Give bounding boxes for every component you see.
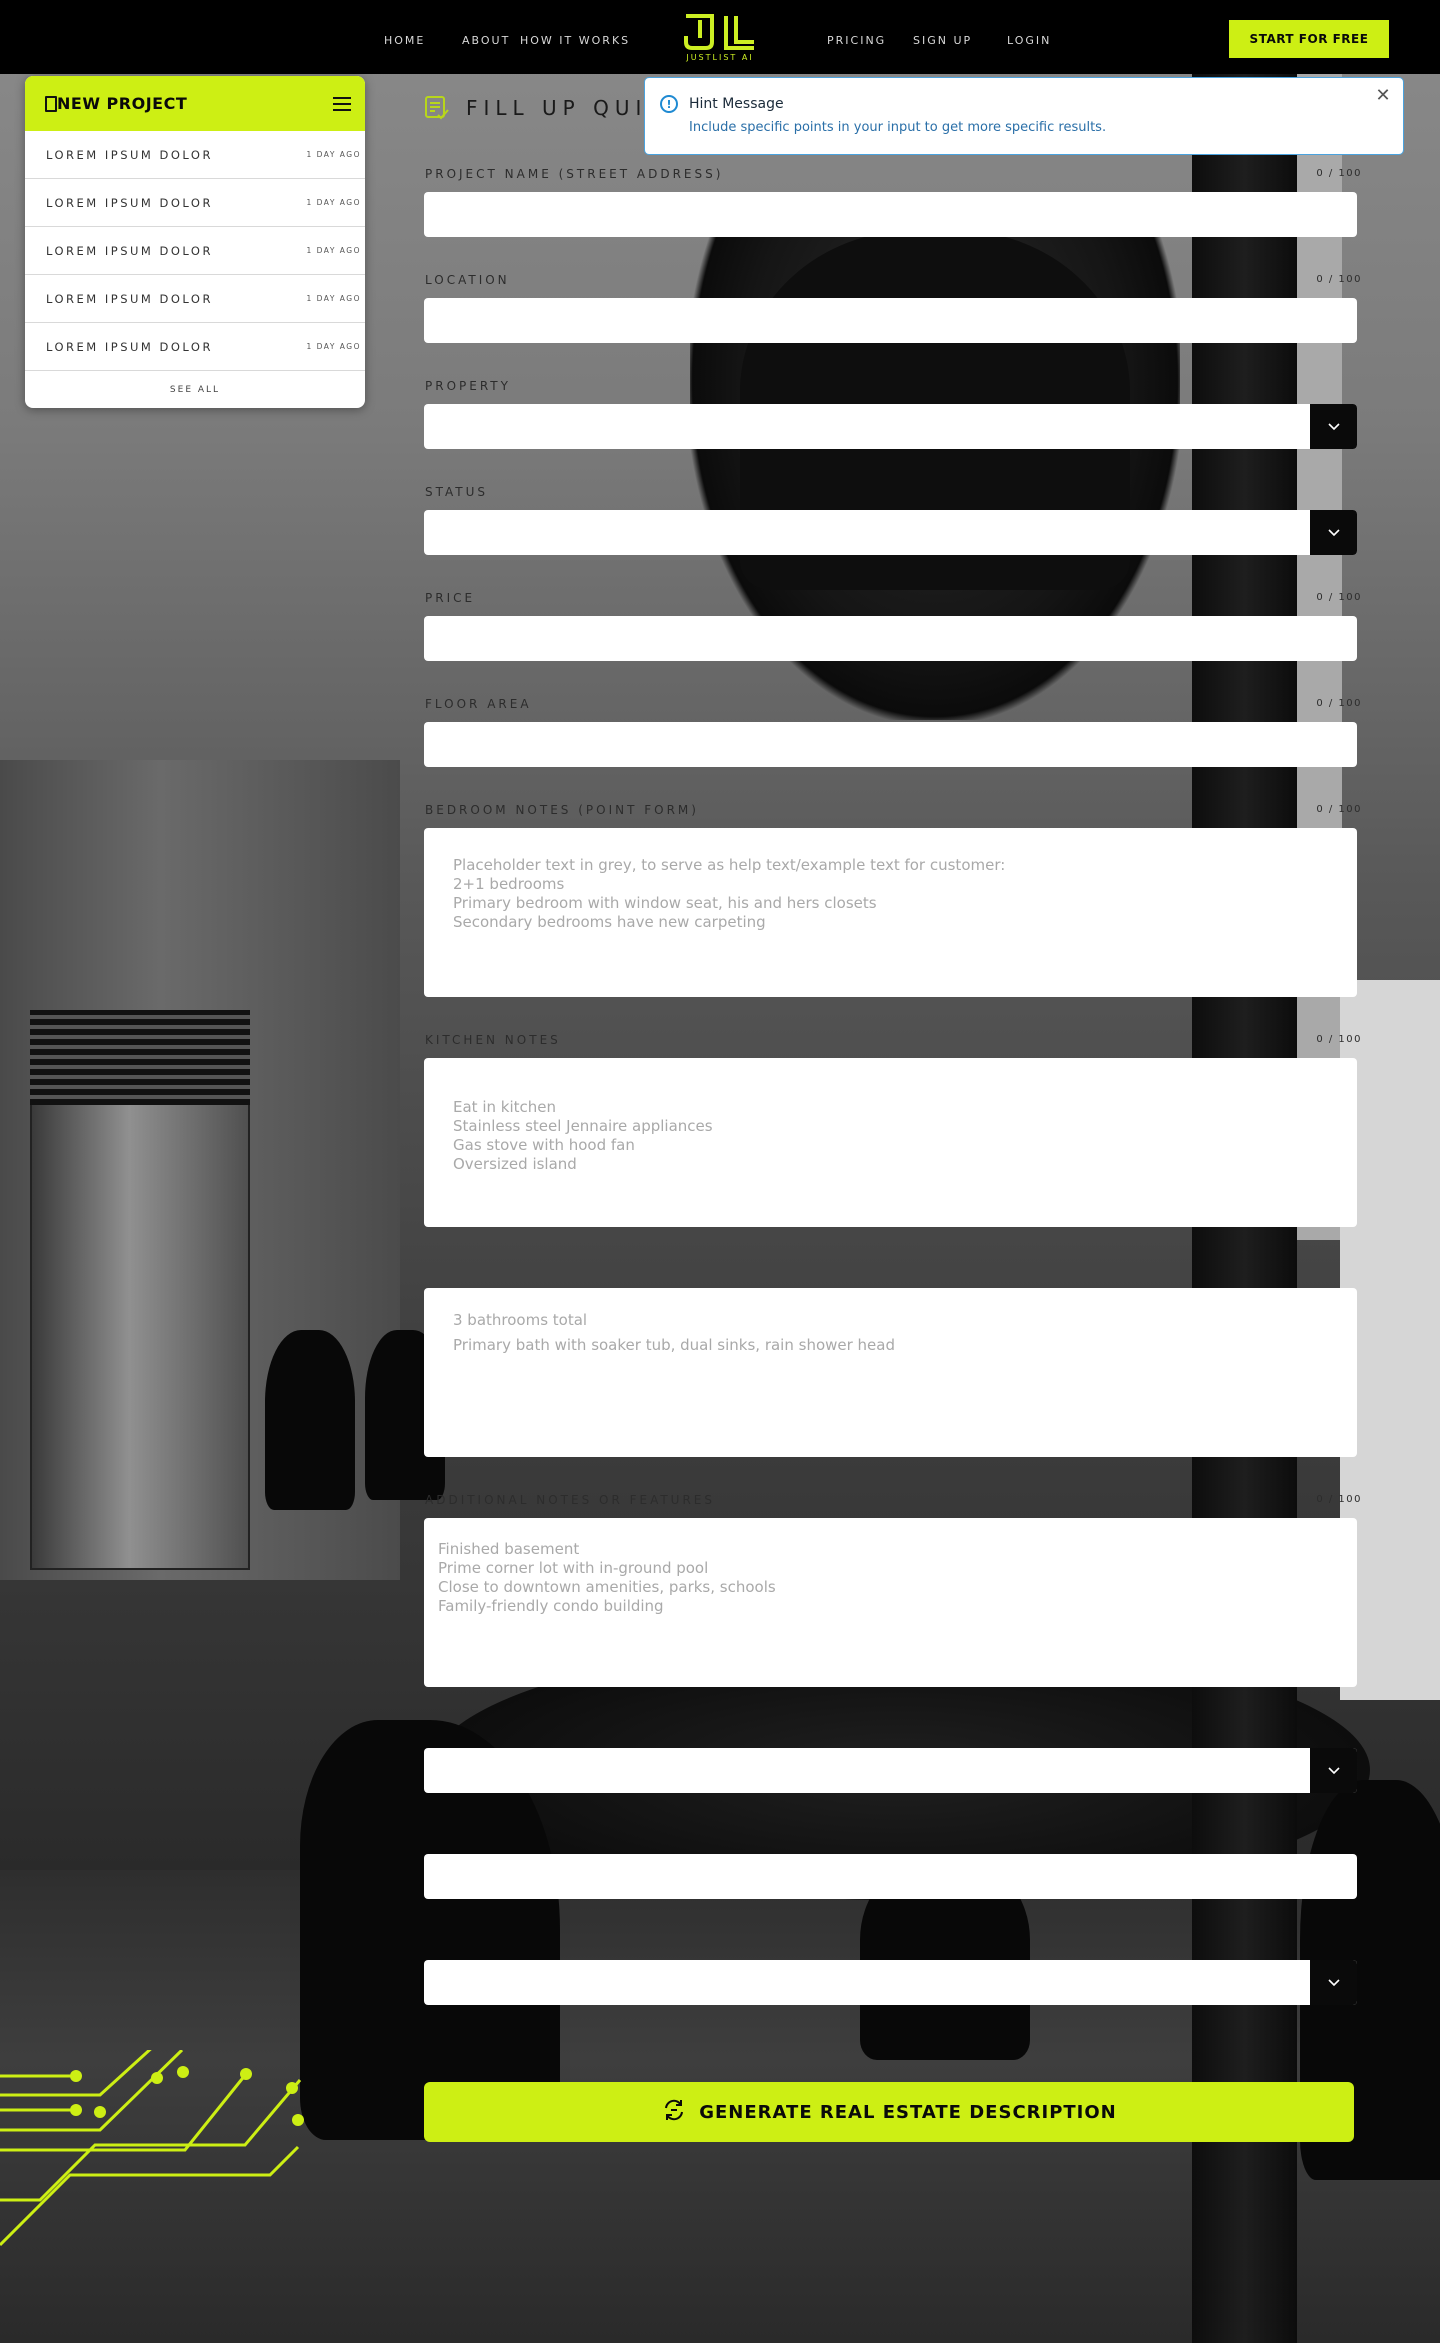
floor-area-input[interactable] <box>424 722 1357 767</box>
placeholder-line: Finished basement <box>438 1540 580 1558</box>
project-name-count: 0 / 100 <box>1316 168 1362 179</box>
hamburger-menu-icon[interactable] <box>333 96 351 111</box>
info-icon: ! <box>660 95 678 113</box>
additional-notes-count: 0 / 100 <box>1316 1494 1362 1505</box>
placeholder-line: 2+1 bedrooms <box>453 875 565 893</box>
chevron-down-icon[interactable] <box>1310 510 1357 555</box>
chevron-down-icon[interactable] <box>1310 1960 1357 2005</box>
project-name-input[interactable] <box>424 192 1357 237</box>
justlist-logo[interactable]: JUSTLIST AI <box>680 12 760 66</box>
nav-about-link[interactable]: ABOUT <box>462 34 510 47</box>
placeholder-line: Primary bath with soaker tub, dual sinks… <box>453 1336 896 1354</box>
bedroom-notes-textarea[interactable]: Placeholder text in grey, to serve as he… <box>424 828 1357 997</box>
additional-notes-label: ADDITIONAL NOTES OR FEATURES <box>425 1493 716 1507</box>
placeholder-line: Placeholder text in grey, to serve as he… <box>453 856 1006 874</box>
project-time: 1 DAY AGO <box>306 246 361 255</box>
chevron-down-icon[interactable] <box>1310 1748 1357 1793</box>
project-name-label: PROJECT NAME (STREET ADDRESS) <box>425 167 724 181</box>
location-input[interactable] <box>424 298 1357 343</box>
background-fridge-grille <box>30 1010 250 1105</box>
placeholder-line: Gas stove with hood fan <box>453 1136 635 1154</box>
nav-home-link[interactable]: HOME <box>384 34 425 47</box>
project-name: LOREM IPSUM DOLOR <box>46 243 213 258</box>
project-time: 1 DAY AGO <box>306 294 361 303</box>
additional-notes-textarea[interactable]: Finished basement Prime corner lot with … <box>424 1518 1357 1687</box>
project-sidebar: NEW PROJECT LOREM IPSUM DOLOR 1 DAY AGO … <box>25 76 365 408</box>
close-icon[interactable]: ✕ <box>1373 86 1393 106</box>
price-label: PRICE <box>425 591 476 605</box>
hint-text: Include specific points in your input to… <box>689 120 1107 135</box>
start-for-free-button[interactable]: START FOR FREE <box>1229 20 1389 58</box>
placeholder-line: Stainless steel Jennaire appliances <box>453 1117 713 1135</box>
extra-input[interactable] <box>424 1854 1357 1899</box>
logo-text: JUSTLIST AI <box>686 53 754 62</box>
price-count: 0 / 100 <box>1316 592 1362 603</box>
generate-description-button[interactable]: GENERATE REAL ESTATE DESCRIPTION <box>424 2082 1354 2142</box>
project-name: LOREM IPSUM DOLOR <box>46 339 213 354</box>
project-list-item[interactable]: LOREM IPSUM DOLOR 1 DAY AGO <box>25 179 365 227</box>
extra-select-1[interactable] <box>424 1748 1357 1793</box>
form-title-text: FILL UP QUIC <box>466 96 668 120</box>
kitchen-notes-label: KITCHEN NOTES <box>425 1033 561 1047</box>
bedroom-notes-label: BEDROOM NOTES (POINT FORM) <box>425 803 699 817</box>
project-list-item[interactable]: LOREM IPSUM DOLOR 1 DAY AGO <box>25 323 365 371</box>
placeholder-line: Prime corner lot with in-ground pool <box>438 1559 709 1577</box>
new-project-header[interactable]: NEW PROJECT <box>25 76 365 131</box>
new-project-title: NEW PROJECT <box>57 94 188 113</box>
bathroom-notes-textarea[interactable]: 3 bathrooms total Primary bath with soak… <box>424 1288 1357 1457</box>
form-title: FILL UP QUIC <box>424 95 667 121</box>
bedroom-notes-count: 0 / 100 <box>1316 804 1362 815</box>
kitchen-notes-textarea[interactable]: Eat in kitchen Stainless steel Jennaire … <box>424 1058 1357 1227</box>
project-list-item[interactable]: LOREM IPSUM DOLOR 1 DAY AGO <box>25 275 365 323</box>
hint-toast: ! Hint Message Include specific points i… <box>644 77 1404 155</box>
project-time: 1 DAY AGO <box>306 150 361 159</box>
regenerate-icon <box>661 2097 687 2128</box>
extra-select-2[interactable] <box>424 1960 1357 2005</box>
project-name: LOREM IPSUM DOLOR <box>46 195 213 210</box>
generate-description-label: GENERATE REAL ESTATE DESCRIPTION <box>699 2101 1117 2123</box>
floor-area-count: 0 / 100 <box>1316 698 1362 709</box>
justlist-logo-mark <box>684 14 754 50</box>
status-select[interactable] <box>424 510 1357 555</box>
placeholder-line: 3 bathrooms total <box>453 1311 588 1329</box>
document-icon <box>45 95 57 112</box>
placeholder-line: Eat in kitchen <box>453 1098 556 1116</box>
nav-how-it-works-link[interactable]: HOW IT WORKS <box>520 34 630 47</box>
project-name: LOREM IPSUM DOLOR <box>46 291 213 306</box>
chevron-down-icon[interactable] <box>1310 404 1357 449</box>
kitchen-notes-count: 0 / 100 <box>1316 1034 1362 1045</box>
circuit-decoration <box>0 2050 304 2247</box>
nav-login-link[interactable]: LOGIN <box>1007 34 1051 47</box>
background-stool <box>265 1330 355 1510</box>
project-name: LOREM IPSUM DOLOR <box>46 147 213 162</box>
project-time: 1 DAY AGO <box>306 342 361 351</box>
top-nav: HOME ABOUT HOW IT WORKS JUSTLIST AI PRIC… <box>0 0 1440 74</box>
property-label: PROPERTY <box>425 379 511 393</box>
form-checklist-icon <box>425 96 449 120</box>
hint-title: Hint Message <box>689 96 784 112</box>
status-label: STATUS <box>425 485 489 499</box>
nav-sign-up-link[interactable]: SIGN UP <box>913 34 972 47</box>
placeholder-line: Family-friendly condo building <box>438 1597 664 1615</box>
placeholder-line: Oversized island <box>453 1155 577 1173</box>
placeholder-line: Close to downtown amenities, parks, scho… <box>438 1578 776 1596</box>
floor-area-label: FLOOR AREA <box>425 697 532 711</box>
project-time: 1 DAY AGO <box>306 198 361 207</box>
see-all-link[interactable]: SEE ALL <box>25 371 365 408</box>
location-label: LOCATION <box>425 273 510 287</box>
price-input[interactable] <box>424 616 1357 661</box>
property-select[interactable] <box>424 404 1357 449</box>
location-count: 0 / 100 <box>1316 274 1362 285</box>
placeholder-line: Primary bedroom with window seat, his an… <box>453 894 877 912</box>
nav-pricing-link[interactable]: PRICING <box>827 34 886 47</box>
placeholder-line: Secondary bedrooms have new carpeting <box>453 913 766 931</box>
project-list-item[interactable]: LOREM IPSUM DOLOR 1 DAY AGO <box>25 227 365 275</box>
project-list-item[interactable]: LOREM IPSUM DOLOR 1 DAY AGO <box>25 131 365 179</box>
